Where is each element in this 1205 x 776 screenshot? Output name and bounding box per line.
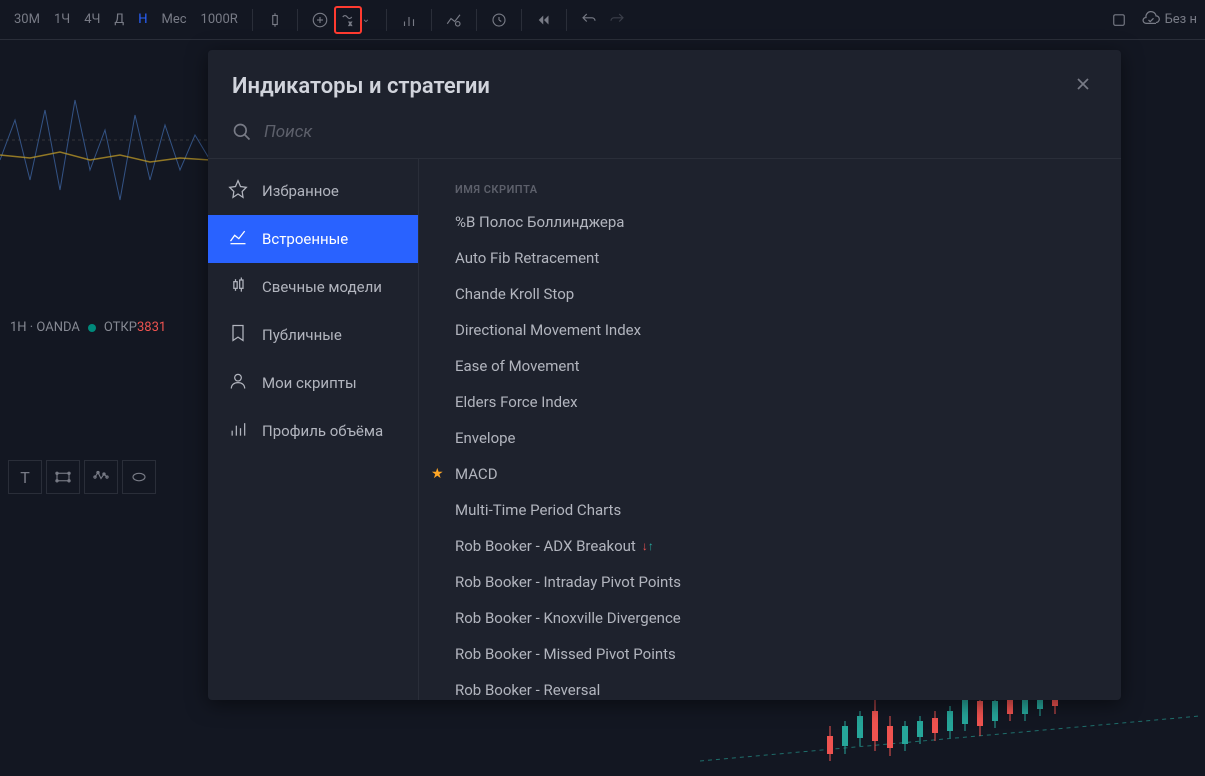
timeframe-1000R[interactable]: 1000R — [195, 8, 244, 31]
fullscreen-icon[interactable] — [1105, 6, 1133, 34]
timeframe-Н[interactable]: Н — [132, 8, 153, 31]
script-label: %В Полос Боллинджера — [455, 213, 624, 231]
chart-lines — [0, 40, 210, 280]
close-button[interactable] — [1069, 70, 1097, 102]
sidebar-item-label: Мои скрипты — [262, 374, 357, 392]
script-label: Multi-Time Period Charts — [455, 501, 621, 519]
timeframe-4Ч[interactable]: 4Ч — [78, 8, 106, 31]
search-icon — [232, 122, 252, 142]
shapes-tool-icon[interactable] — [122, 460, 156, 494]
chart-settings-icon[interactable] — [440, 6, 468, 34]
bar-chart-icon[interactable] — [395, 6, 423, 34]
sidebar-item-builtin[interactable]: Встроенные — [208, 215, 418, 263]
script-item[interactable]: Chande Kroll Stop — [419, 276, 1121, 312]
volume-icon — [228, 419, 248, 443]
person-icon — [228, 371, 248, 395]
open-label: ОТКР — [104, 320, 137, 335]
add-compare-icon[interactable] — [306, 6, 334, 34]
script-label: Rob Booker - Knoxville Divergence — [455, 609, 681, 627]
market-status-dot — [88, 324, 96, 332]
timeframe-Д[interactable]: Д — [108, 8, 130, 31]
script-label: Rob Booker - Missed Pivot Points — [455, 645, 676, 663]
script-label: Rob Booker - Reversal — [455, 681, 600, 699]
sidebar-item-label: Свечные модели — [262, 278, 382, 296]
redo-icon[interactable] — [603, 6, 631, 34]
script-item[interactable]: Rob Booker - Reversal — [419, 672, 1121, 700]
star-icon — [228, 179, 248, 203]
timeframe-Мес[interactable]: Мес — [155, 8, 192, 31]
text-tool-icon[interactable]: T — [8, 460, 42, 494]
replay-icon[interactable] — [530, 6, 558, 34]
search-input[interactable] — [264, 122, 1097, 142]
script-item[interactable]: Rob Booker - Intraday Pivot Points — [419, 564, 1121, 600]
cloud-status-text: Без н — [1165, 12, 1197, 27]
modal-sidebar: Избранное Встроенные Свечные модели Публичн… — [208, 159, 419, 700]
script-item[interactable]: Auto Fib Retracement — [419, 240, 1121, 276]
script-item[interactable]: Rob Booker - ADX Breakout ↓↑ — [419, 528, 1121, 564]
sidebar-item-candle[interactable]: Свечные модели — [208, 263, 418, 311]
script-label: Elders Force Index — [455, 393, 578, 411]
script-label: Rob Booker - ADX Breakout — [455, 537, 636, 555]
timeframe-group: 30М1Ч4ЧДНМес1000R — [8, 8, 244, 31]
search-row — [208, 114, 1121, 159]
close-icon — [1073, 74, 1093, 94]
script-item[interactable]: Ease of Movement — [419, 348, 1121, 384]
favorite-star-icon: ★ — [431, 466, 444, 482]
script-item[interactable]: Multi-Time Period Charts — [419, 492, 1121, 528]
script-label: MACD — [455, 465, 498, 483]
script-item[interactable]: Directional Movement Index — [419, 312, 1121, 348]
sidebar-item-volume[interactable]: Профиль объёма — [208, 407, 418, 455]
sidebar-item-person[interactable]: Мои скрипты — [208, 359, 418, 407]
chart-symbol-info: 1Н · OANDA ОТКР3831 — [0, 320, 176, 335]
open-price: 3831 — [137, 320, 166, 335]
cloud-icon — [1141, 10, 1161, 30]
script-item[interactable]: Rob Booker - Knoxville Divergence — [419, 600, 1121, 636]
builtin-icon — [228, 227, 248, 251]
script-item[interactable]: %В Полос Боллинджера — [419, 204, 1121, 240]
timeframe-30М[interactable]: 30М — [8, 8, 46, 31]
sidebar-item-bookmark[interactable]: Публичные — [208, 311, 418, 359]
script-label: Envelope — [455, 429, 516, 447]
strategy-arrows-icon: ↓↑ — [642, 539, 654, 553]
indicators-modal: Индикаторы и стратегии Избранное Встроенн… — [208, 50, 1121, 700]
undo-icon[interactable] — [575, 6, 603, 34]
script-label: Chande Kroll Stop — [455, 285, 574, 303]
sidebar-item-label: Публичные — [262, 326, 342, 344]
main-toolbar: 30М1Ч4ЧДНМес1000R x ⌄ Без н — [0, 0, 1205, 40]
candle-style-icon[interactable] — [261, 6, 289, 34]
timeframe-1Ч[interactable]: 1Ч — [48, 8, 76, 31]
script-label: Directional Movement Index — [455, 321, 641, 339]
script-item[interactable]: Elders Force Index — [419, 384, 1121, 420]
script-item[interactable]: Envelope — [419, 420, 1121, 456]
alert-icon[interactable] — [485, 6, 513, 34]
list-header: ИМЯ СКРИПТА — [419, 175, 1121, 204]
candle-icon — [228, 275, 248, 299]
sidebar-item-label: Встроенные — [262, 230, 348, 248]
chevron-down-icon[interactable]: ⌄ — [362, 14, 378, 25]
drawing-tools: T — [8, 460, 156, 494]
sidebar-item-star[interactable]: Избранное — [208, 167, 418, 215]
sidebar-item-label: Профиль объёма — [262, 422, 383, 440]
script-item[interactable]: ★ MACD — [419, 456, 1121, 492]
script-item[interactable]: Rob Booker - Missed Pivot Points — [419, 636, 1121, 672]
script-label: Rob Booker - Intraday Pivot Points — [455, 573, 681, 591]
pattern-tool-icon[interactable] — [84, 460, 118, 494]
bookmark-icon — [228, 323, 248, 347]
symbol-text: 1Н · OANDA — [10, 320, 80, 335]
cloud-status[interactable]: Без н — [1141, 10, 1197, 30]
svg-text:x: x — [349, 20, 352, 27]
modal-title: Индикаторы и стратегии — [232, 74, 490, 99]
rectangle-tool-icon[interactable] — [46, 460, 80, 494]
script-label: Auto Fib Retracement — [455, 249, 599, 267]
sidebar-item-label: Избранное — [262, 182, 339, 200]
indicators-icon[interactable]: x — [334, 6, 362, 34]
scripts-list: ИМЯ СКРИПТА %В Полос Боллинджера Auto Fib… — [419, 159, 1121, 700]
script-label: Ease of Movement — [455, 357, 580, 375]
